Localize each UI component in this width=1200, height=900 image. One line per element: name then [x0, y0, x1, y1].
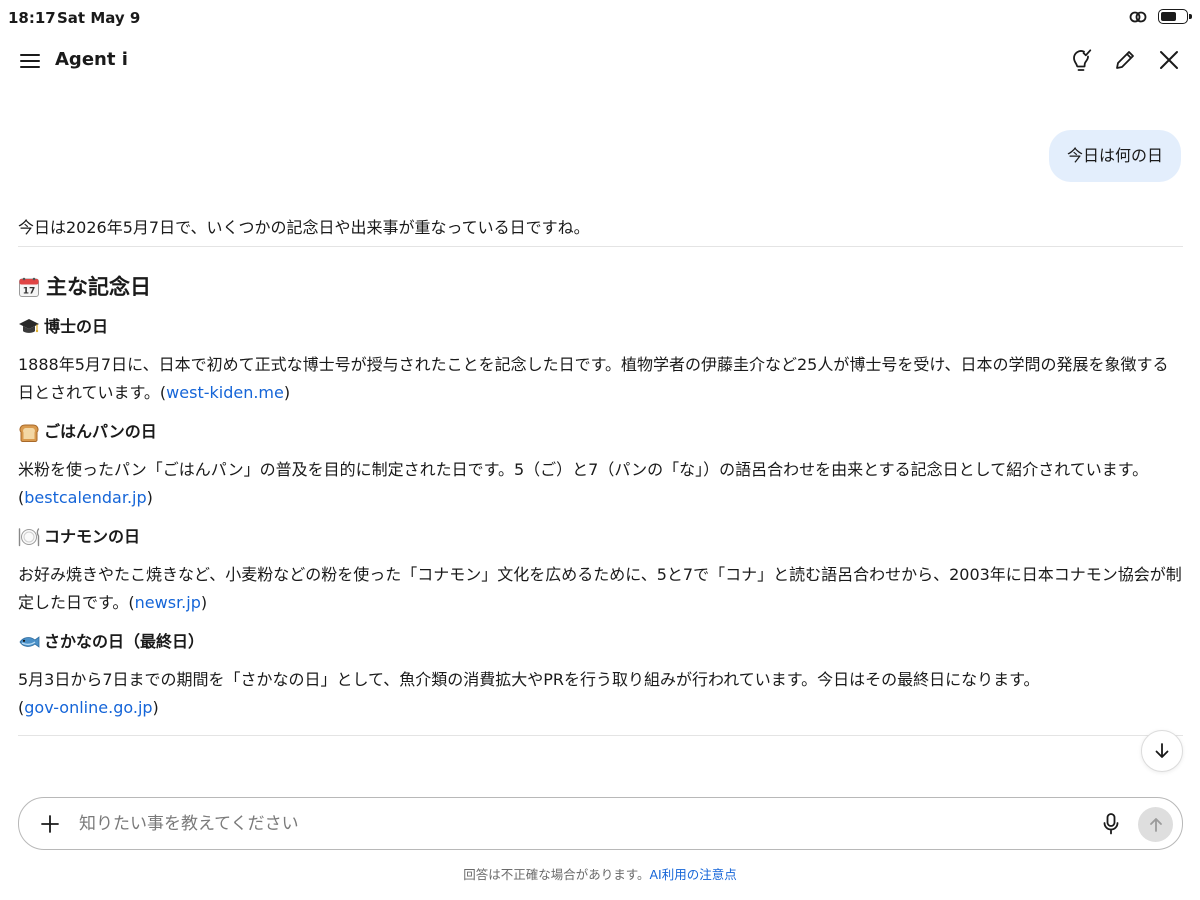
user-message-bubble: 今日は何の日	[1048, 130, 1181, 182]
source-link[interactable]: west-kiden.me	[166, 383, 284, 402]
source-link[interactable]: newsr.jp	[135, 593, 201, 612]
send-button[interactable]	[1138, 807, 1173, 842]
scroll-to-bottom-button[interactable]	[1141, 730, 1183, 772]
calendar-emoji: 17	[19, 277, 39, 297]
message-composer	[18, 797, 1183, 850]
lightbulb-check-icon	[1073, 49, 1092, 71]
item-title-text: さかなの日（最終日）	[44, 632, 205, 651]
close-button[interactable]	[1156, 47, 1182, 73]
new-chat-button[interactable]	[1112, 47, 1138, 73]
close-icon	[1160, 51, 1178, 69]
graduation-cap-emoji	[19, 319, 39, 333]
assistant-response: 今日は2026年5月7日で、いくつかの記念日や出来事が重なっている日ですね。 1…	[18, 210, 1183, 736]
microphone-icon	[1103, 813, 1119, 835]
app-header: Agent i	[0, 40, 1200, 82]
plus-icon	[41, 815, 59, 833]
item-title-text: 博士の日	[44, 317, 109, 336]
header-actions	[1068, 47, 1182, 73]
voice-input-button[interactable]	[1099, 811, 1123, 837]
item-title-konamon: コナモンの日	[18, 525, 1183, 549]
pencil-icon	[1116, 51, 1134, 69]
item-body-text: 米粉を使ったパン「ごはんパン」の普及を目的に制定された日です。5（ご）と7（パン…	[18, 460, 1149, 479]
attach-button[interactable]	[38, 812, 62, 836]
plate-cutlery-emoji	[18, 528, 40, 547]
battery-icon	[1158, 9, 1192, 24]
item-body: 5月3日から7日までの期間を「さかなの日」として、魚介類の消費拡大やPRを行う取…	[18, 670, 1040, 717]
status-time: 18:17	[8, 9, 56, 27]
status-icons	[1128, 9, 1192, 24]
svg-text:17: 17	[23, 287, 36, 297]
arrow-up-icon	[1149, 817, 1162, 832]
divider	[18, 246, 1183, 247]
section-title: 17 主な記念日	[18, 273, 1183, 301]
item-title-text: コナモンの日	[44, 527, 141, 546]
message-input[interactable]	[79, 806, 1079, 842]
status-date: Sat May 9	[57, 9, 141, 27]
suggestions-button[interactable]	[1068, 47, 1094, 73]
source-link[interactable]: bestcalendar.jp	[24, 488, 146, 507]
response-intro: 今日は2026年5月7日で、いくつかの記念日や出来事が重なっている日ですね。	[18, 218, 590, 237]
hamburger-icon	[20, 54, 40, 68]
item-body-text: 5月3日から7日までの期間を「さかなの日」として、魚介類の消費拡大やPRを行う取…	[18, 670, 1040, 689]
fish-emoji	[19, 636, 40, 648]
item-body: 米粉を使ったパン「ごはんパン」の普及を目的に制定された日です。5（ご）と7（パン…	[18, 460, 1149, 507]
divider	[18, 735, 1183, 736]
bread-emoji	[19, 424, 39, 442]
arrow-down-icon	[1155, 743, 1169, 758]
item-body: 1888年5月7日に、日本で初めて正式な博士号が授与されたことを記念した日です。…	[18, 355, 1169, 402]
item-title-sakana: さかなの日（最終日）	[18, 630, 1183, 654]
status-bar: 18:17 Sat May 9	[0, 0, 1200, 36]
source-link[interactable]: gov-online.go.jp	[24, 698, 152, 717]
ai-usage-notes-link[interactable]: AI利用の注意点	[650, 867, 737, 882]
app-title: Agent i	[55, 49, 128, 70]
item-title-gohan-pan: ごはんパンの日	[18, 420, 1183, 444]
link-icon	[1129, 11, 1147, 22]
section-title-text: 主な記念日	[46, 275, 151, 299]
item-title-hakase: 博士の日	[18, 315, 1183, 339]
disclaimer-text: 回答は不正確な場合があります。	[463, 867, 650, 882]
item-title-text: ごはんパンの日	[44, 422, 157, 441]
menu-button[interactable]	[18, 49, 42, 73]
disclaimer: 回答は不正確な場合があります。AI利用の注意点	[0, 864, 1200, 883]
item-body: お好み焼きやたこ焼きなど、小麦粉などの粉を使った「コナモン」文化を広めるために、…	[18, 565, 1182, 612]
